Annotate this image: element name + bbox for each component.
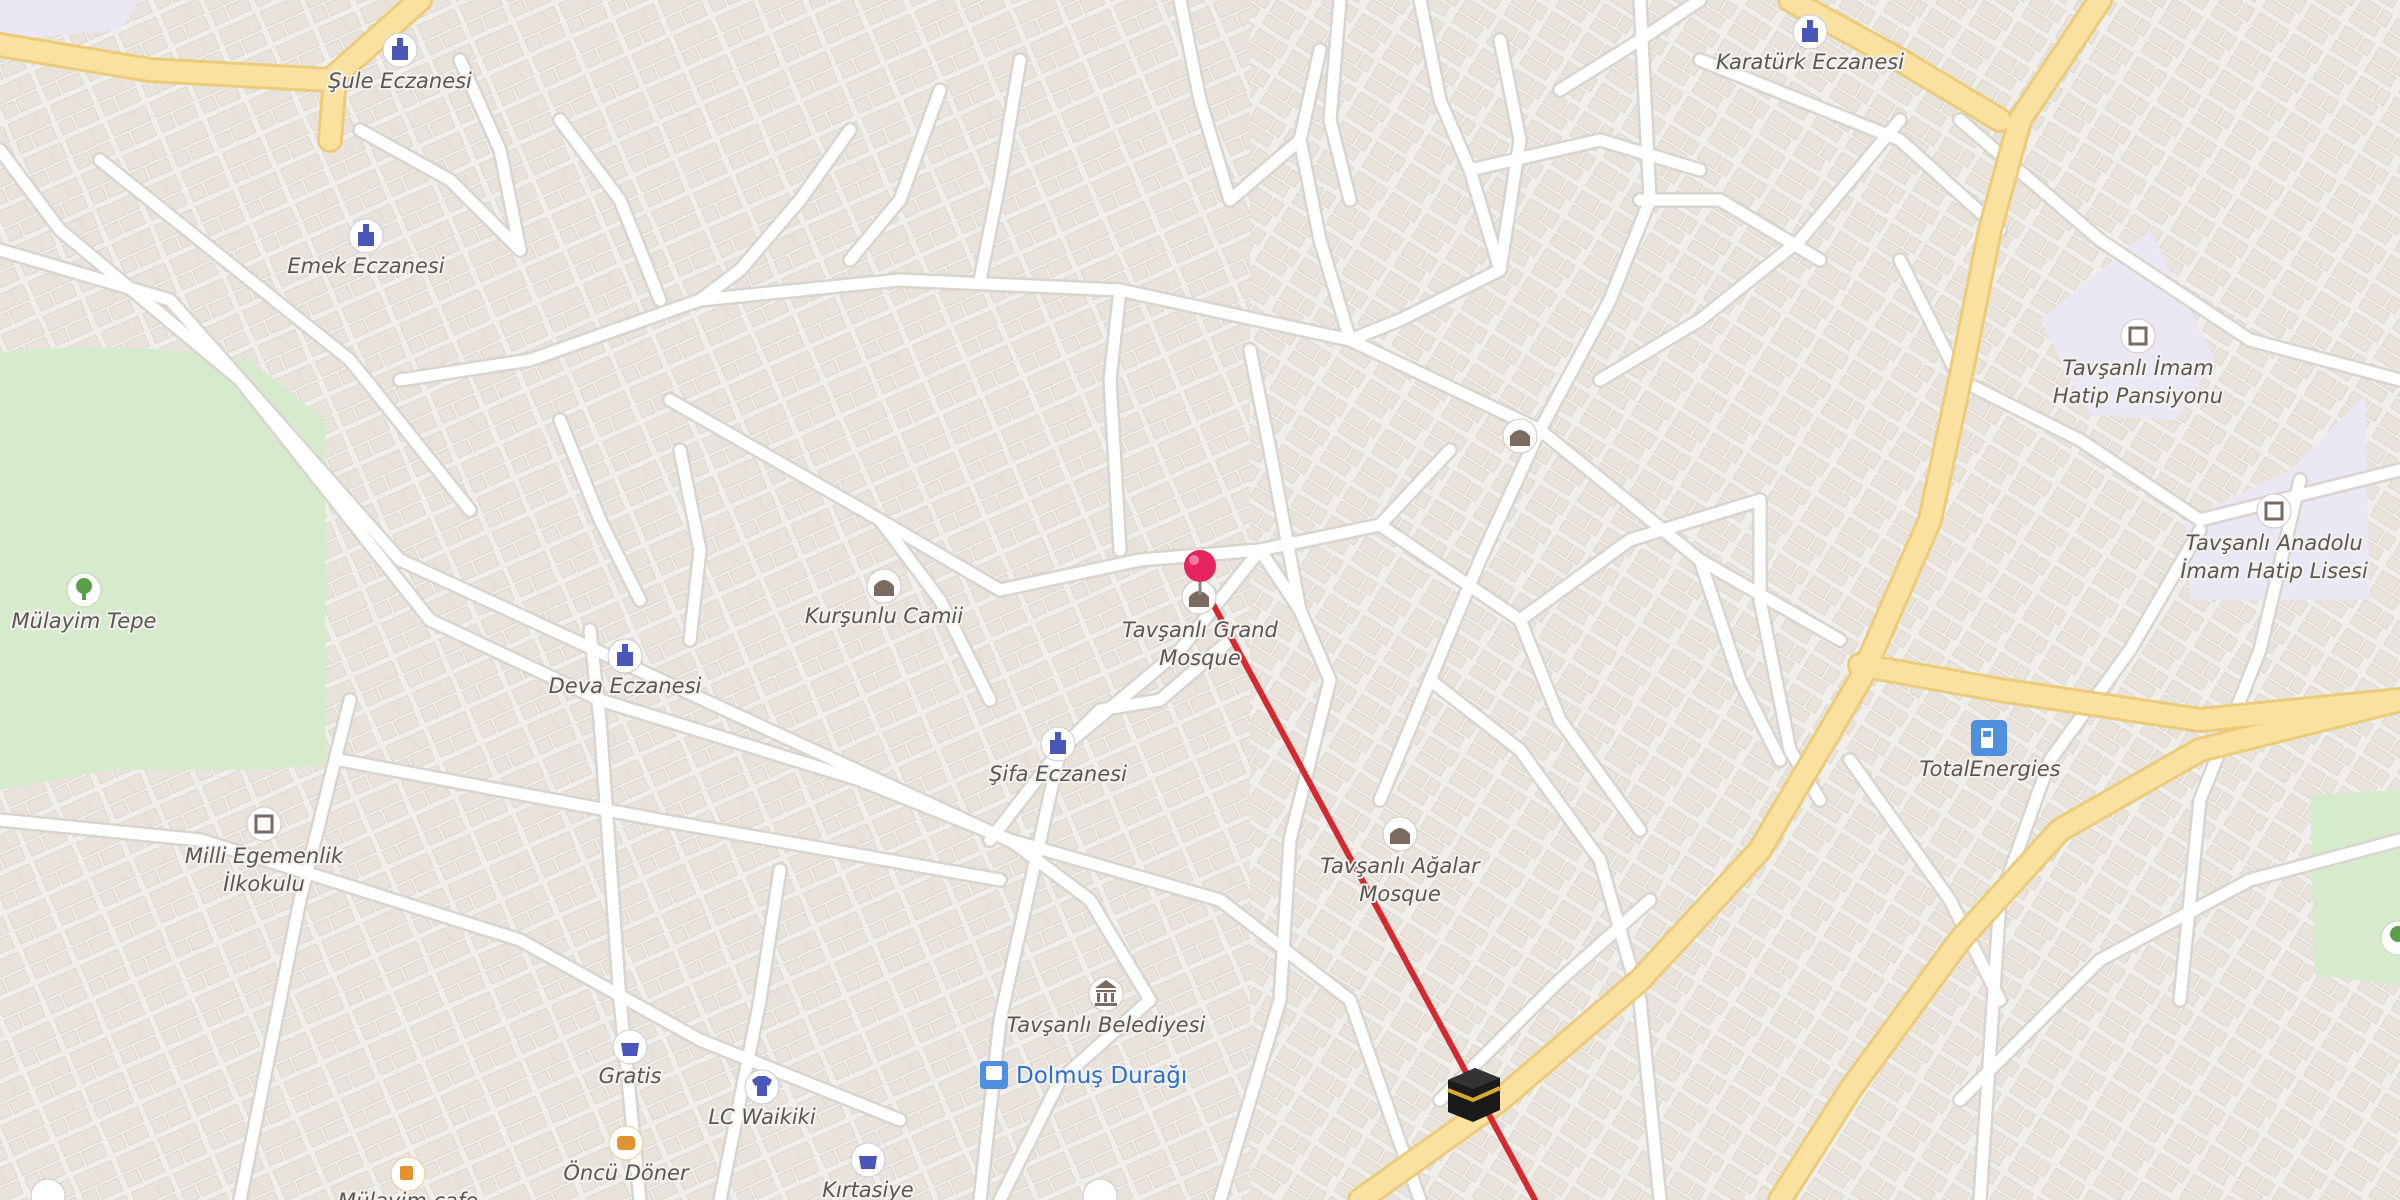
poi-label-mulayim-cafe[interactable]: Mülayim cafe <box>336 1187 480 1200</box>
poi-label-deva-eczanesi[interactable]: Deva Eczanesi <box>547 672 704 700</box>
poi-label-milli-egemenlik-line2[interactable]: İlkokulu <box>221 869 307 898</box>
poi-label-sule-eczanesi[interactable]: Şule Eczanesi <box>326 67 474 95</box>
poi-label-milli-egemenlik-line1[interactable]: Milli Egemenlik <box>183 842 346 870</box>
poi-label-dolmus-duragi[interactable]: Dolmuş Durağı <box>1014 1061 1189 1091</box>
school-icon[interactable] <box>2256 493 2292 529</box>
mosque-icon[interactable] <box>866 568 902 604</box>
poi-label-mulayim-tepe[interactable]: Mülayim Tepe <box>10 607 159 635</box>
fuel-station-icon[interactable] <box>1971 720 2007 756</box>
poi-label-grand-mosque-line2[interactable]: Mosque <box>1157 644 1242 672</box>
poi-label-emek-eczanesi[interactable]: Emek Eczanesi <box>285 252 446 280</box>
mosque-icon[interactable] <box>1502 418 1538 454</box>
shopping-bag-icon[interactable] <box>612 1029 648 1065</box>
map-canvas[interactable]: Şule Eczanesi Karatürk Eczanesi Emek Ecz… <box>0 0 2400 1200</box>
town-hall-icon[interactable] <box>1088 976 1124 1012</box>
fast-food-icon[interactable] <box>608 1125 644 1161</box>
poi-label-kursunlu-camii[interactable]: Kurşunlu Camii <box>803 602 965 630</box>
school-icon[interactable] <box>2120 318 2156 354</box>
pharmacy-icon[interactable] <box>382 32 418 68</box>
poi-label-agalar-mosque-line1[interactable]: Tavşanlı Ağalar <box>1318 852 1483 880</box>
poi-label-lc-waikiki[interactable]: LC Waikiki <box>706 1103 818 1131</box>
poi-label-grand-mosque-line1[interactable]: Tavşanlı Grand <box>1120 616 1280 644</box>
poi-label-belediye[interactable]: Tavşanlı Belediyesi <box>1005 1011 1208 1039</box>
tree-icon[interactable] <box>66 572 102 608</box>
poi-label-totalenergies[interactable]: TotalEnergies <box>1917 755 2062 783</box>
poi-label-kirtasiye[interactable]: Kırtasiye <box>820 1176 915 1200</box>
mosque-icon[interactable] <box>1382 816 1418 852</box>
pharmacy-icon[interactable] <box>348 218 384 254</box>
cafe-icon[interactable] <box>390 1156 426 1192</box>
poi-label-karaturk-eczanesi[interactable]: Karatürk Eczanesi <box>1714 48 1906 76</box>
school-icon[interactable] <box>246 806 282 842</box>
pharmacy-icon[interactable] <box>607 638 643 674</box>
poi-label-oncu-doner[interactable]: Öncü Döner <box>561 1158 692 1187</box>
poi-label-imam-pansiyon-line2[interactable]: Hatip Pansiyonu <box>2051 382 2225 410</box>
bus-stop-icon[interactable] <box>980 1061 1008 1089</box>
poi-label-anadolu-lisesi-line1[interactable]: Tavşanlı Anadolu <box>2183 529 2364 557</box>
clothes-icon[interactable] <box>744 1069 780 1105</box>
pharmacy-icon[interactable] <box>1040 726 1076 762</box>
pharmacy-icon[interactable] <box>1792 14 1828 50</box>
poi-label-imam-pansiyon-line1[interactable]: Tavşanlı İmam <box>2060 353 2215 382</box>
poi-label-gratis[interactable]: Gratis <box>597 1062 664 1090</box>
poi-label-agalar-mosque-line2[interactable]: Mosque <box>1357 880 1442 908</box>
shopping-bag-icon[interactable] <box>850 1142 886 1178</box>
park-area-east <box>2310 790 2400 985</box>
poi-label-sifa-eczanesi[interactable]: Şifa Eczanesi <box>987 760 1129 788</box>
poi-label-anadolu-lisesi-line2[interactable]: İmam Hatip Lisesi <box>2178 556 2370 585</box>
